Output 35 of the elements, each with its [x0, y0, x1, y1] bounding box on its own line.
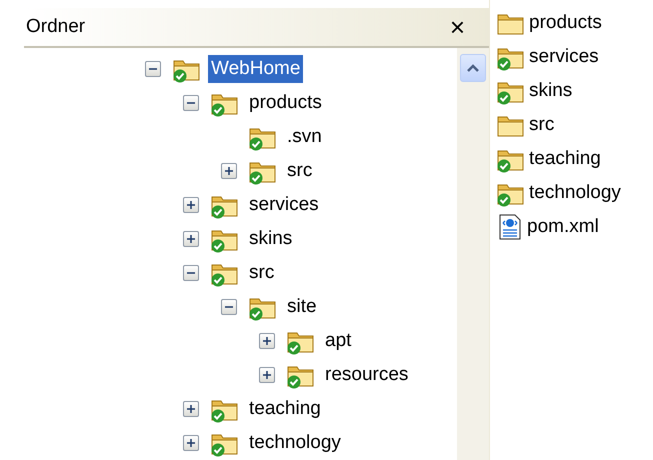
file-item[interactable]: technology: [529, 178, 621, 208]
tree-item[interactable]: products: [246, 89, 325, 117]
tree-item[interactable]: src: [246, 259, 278, 287]
file-item[interactable]: teaching: [529, 144, 601, 174]
collapse-toggle-icon[interactable]: [183, 265, 199, 281]
tree-item[interactable]: apt: [322, 327, 354, 355]
expand-toggle-icon[interactable]: [183, 435, 199, 451]
scrollbar[interactable]: [457, 48, 489, 460]
expand-toggle-icon[interactable]: [221, 163, 237, 179]
tree-item[interactable]: src: [284, 157, 316, 185]
collapse-toggle-icon[interactable]: [221, 299, 237, 315]
expand-toggle-icon[interactable]: [183, 197, 199, 213]
chevron-up-icon: [466, 64, 480, 72]
expand-toggle-icon[interactable]: [183, 231, 199, 247]
scroll-up-button[interactable]: [460, 54, 486, 82]
tree-item[interactable]: .svn: [284, 123, 325, 151]
file-item[interactable]: src: [529, 110, 554, 140]
tree-item[interactable]: technology: [246, 429, 344, 457]
tree-item[interactable]: skins: [246, 225, 296, 253]
file-item[interactable]: skins: [529, 76, 572, 106]
file-item[interactable]: services: [529, 42, 599, 72]
file-item[interactable]: products: [529, 8, 602, 38]
collapse-toggle-icon[interactable]: [145, 61, 161, 77]
expand-toggle-icon[interactable]: [259, 367, 275, 383]
tree-item[interactable]: services: [246, 191, 322, 219]
tree-item[interactable]: resources: [322, 361, 412, 389]
close-button[interactable]: ×: [446, 14, 469, 40]
tree-item[interactable]: teaching: [246, 395, 324, 423]
file-item[interactable]: pom.xml: [527, 212, 599, 242]
expand-toggle-icon[interactable]: [259, 333, 275, 349]
expand-toggle-icon[interactable]: [183, 401, 199, 417]
tree-item[interactable]: site: [284, 293, 320, 321]
pane-title: Ordner: [26, 14, 86, 39]
collapse-toggle-icon[interactable]: [183, 95, 199, 111]
tree-item[interactable]: WebHome: [208, 55, 304, 83]
